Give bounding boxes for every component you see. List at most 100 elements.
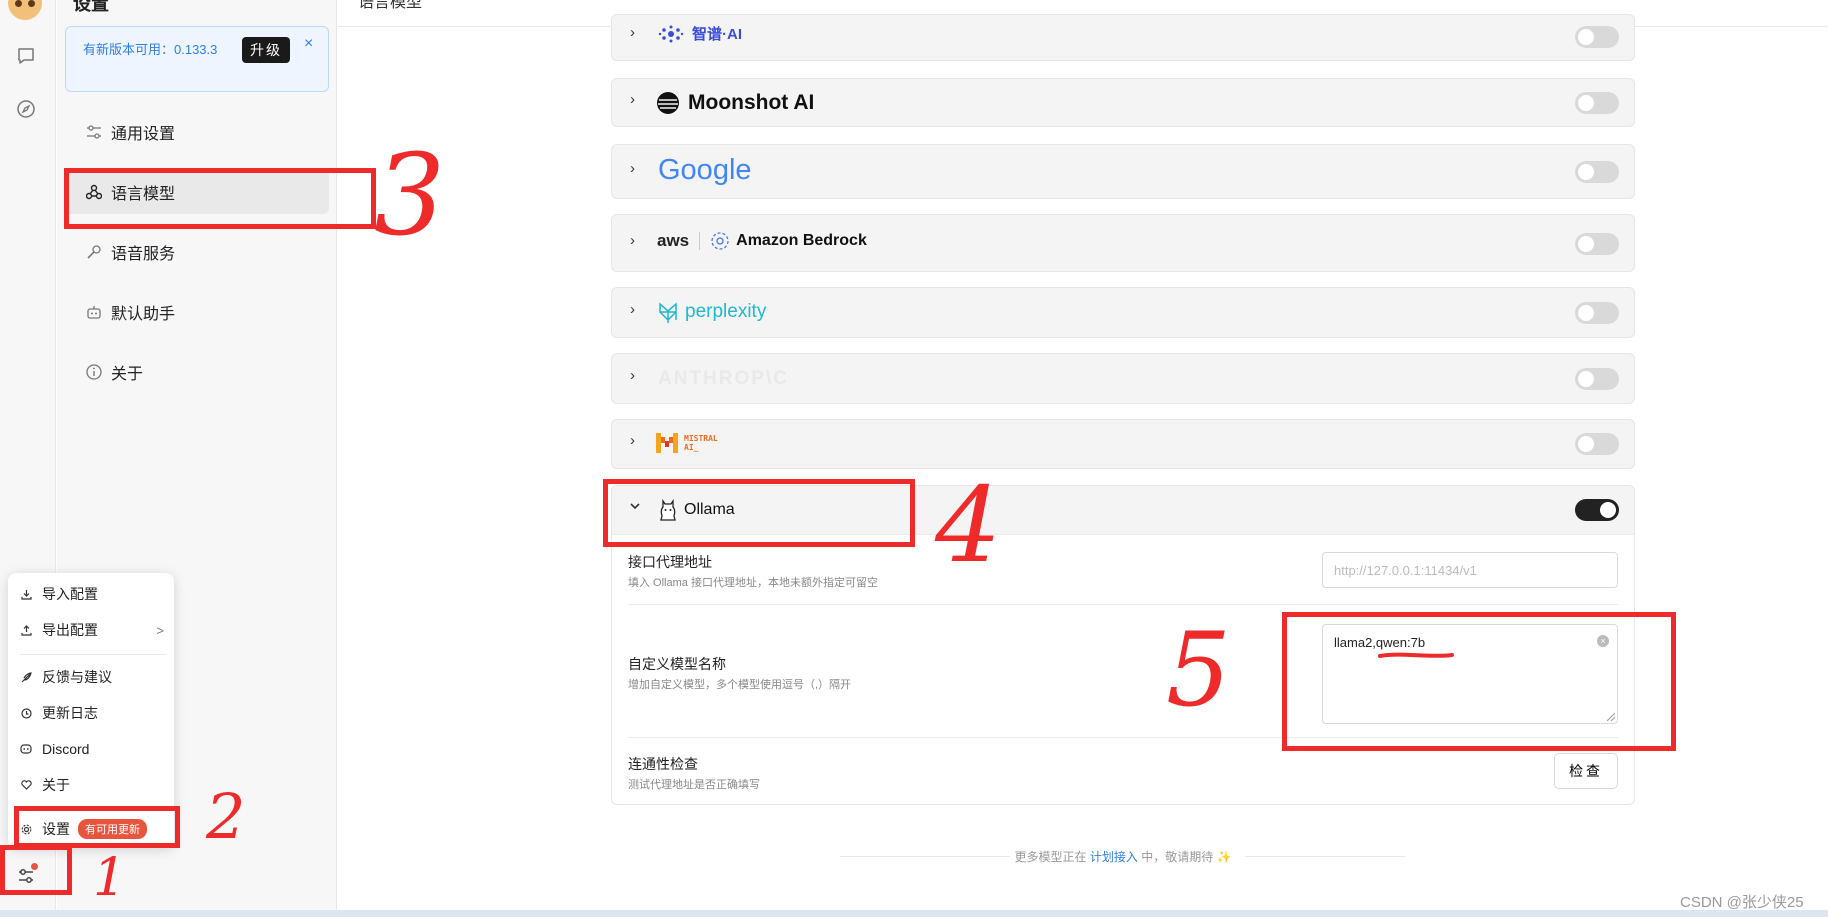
chevron-right-icon[interactable]: › (630, 301, 635, 318)
provider-toggle[interactable] (1575, 433, 1619, 455)
moonshot-icon (657, 92, 679, 114)
chevron-right-icon[interactable]: › (630, 367, 635, 384)
annotation-box-1 (0, 845, 72, 895)
nav-label: 通用设置 (111, 126, 176, 143)
update-notice: 有新版本可用：0.133.3 升级 × (65, 26, 329, 92)
provider-card-anthropic[interactable]: › ANTHROP\C (611, 353, 1635, 404)
compass-icon[interactable] (13, 96, 39, 122)
annotation-box-2 (14, 806, 180, 848)
update-text: 有新版本可用：0.133.3 (83, 42, 218, 57)
provider-card-bedrock[interactable]: › aws Amazon Bedrock (611, 214, 1635, 272)
chevron-right-icon[interactable]: › (630, 24, 635, 41)
provider-card-zhipu[interactable]: › 智谱·AI (611, 14, 1635, 61)
menu-export-config[interactable]: 导出配置 > (20, 617, 166, 643)
page-title: 语言模型 (358, 0, 423, 11)
menu-label: 关于 (42, 777, 70, 793)
annotation-box-3 (64, 168, 376, 229)
menu-label: Discord (42, 741, 90, 757)
provider-name: Google (658, 154, 752, 186)
close-icon[interactable]: × (304, 35, 313, 53)
menu-label: 更新日志 (42, 705, 98, 721)
provider-toggle[interactable] (1575, 302, 1619, 324)
logo-divider (699, 232, 701, 250)
mistral-line-1: MISTRAL (684, 434, 718, 443)
nav-general-settings[interactable]: 通用设置 (65, 110, 329, 154)
provider-toggle[interactable] (1575, 26, 1619, 48)
footer-prefix: 更多模型正在 (1014, 850, 1087, 864)
provider-name: Amazon Bedrock (736, 232, 867, 249)
annotation-number-1: 1 (93, 848, 127, 908)
nav-default-assistant[interactable]: 默认助手 (65, 290, 329, 334)
menu-discord[interactable]: Discord (20, 736, 166, 762)
annotation-box-4 (603, 479, 915, 547)
export-icon (20, 624, 32, 636)
provider-card-google[interactable]: › Google (611, 144, 1635, 199)
provider-toggle[interactable] (1575, 368, 1619, 390)
feather-icon (20, 671, 32, 683)
zhipu-logo: 智谱·AI (658, 23, 742, 44)
mic-icon (85, 243, 103, 261)
connectivity-description: 测试代理地址是否正确填写 (628, 779, 760, 791)
plan-link[interactable]: 计划接入 (1090, 850, 1138, 864)
provider-card-perplexity[interactable]: › perplexity (611, 287, 1635, 338)
annotation-box-5 (1282, 612, 1676, 751)
connectivity-label: 连通性检查 (628, 756, 698, 772)
menu-feedback[interactable]: 反馈与建议 (20, 664, 166, 690)
provider-toggle[interactable] (1575, 161, 1619, 183)
changelog-icon (20, 707, 32, 719)
provider-card-mistral[interactable]: › MISTRAL AI_ (611, 419, 1635, 469)
provider-toggle[interactable] (1575, 233, 1619, 255)
proxy-description: 填入 Ollama 接口代理地址，本地未额外指定可留空 (628, 577, 878, 589)
field-divider (628, 604, 1618, 605)
perplexity-logo: perplexity (657, 300, 766, 324)
annotation-underline (1378, 652, 1454, 658)
anthropic-logo: ANTHROP\C (658, 368, 789, 390)
menu-label: 反馈与建议 (42, 669, 112, 685)
provider-name: MISTRAL AI_ (684, 434, 718, 452)
provider-name: 智谱·AI (692, 26, 742, 43)
menu-about[interactable]: 关于 (20, 772, 166, 798)
zhipu-icon (658, 25, 684, 42)
provider-name: ANTHROP\C (658, 368, 789, 389)
annotation-number-5: 5 (1166, 611, 1231, 730)
menu-changelog[interactable]: 更新日志 (20, 700, 166, 726)
chevron-right-icon[interactable]: › (630, 91, 635, 108)
import-icon (20, 589, 32, 600)
bedrock-icon (711, 232, 729, 250)
nav-about[interactable]: 关于 (65, 350, 329, 394)
moonshot-logo: Moonshot AI (656, 91, 814, 115)
proxy-address-input[interactable]: http://127.0.0.1:11434/v1 (1322, 552, 1618, 588)
heart-icon (20, 780, 32, 790)
discord-icon (20, 744, 32, 754)
check-button[interactable]: 检查 (1554, 753, 1618, 789)
mistral-icon (656, 433, 678, 453)
chevron-right-icon: > (156, 622, 164, 638)
menu-import-config[interactable]: 导入配置 (20, 581, 166, 607)
chat-icon[interactable] (13, 43, 39, 69)
annotation-number-4: 4 (935, 464, 1002, 586)
proxy-label: 接口代理地址 (628, 554, 712, 570)
sliders-icon (85, 123, 103, 141)
provider-card-moonshot[interactable]: › Moonshot AI (611, 78, 1635, 127)
ollama-toggle[interactable] (1575, 499, 1619, 521)
annotation-number-2: 2 (206, 780, 246, 853)
menu-label: 导入配置 (42, 586, 98, 602)
google-logo: Google (658, 154, 752, 187)
chevron-right-icon[interactable]: › (630, 160, 635, 177)
provider-toggle[interactable] (1575, 92, 1619, 114)
bedrock-logo: aws Amazon Bedrock (657, 231, 867, 251)
provider-name: Moonshot AI (688, 91, 815, 114)
chevron-right-icon[interactable]: › (630, 232, 635, 249)
annotation-number-3: 3 (374, 131, 446, 261)
nav-label: 关于 (111, 366, 144, 383)
custom-model-description: 增加自定义模型，多个模型使用逗号（,）隔开 (628, 679, 852, 691)
avatar[interactable] (8, 0, 42, 20)
nav-voice-service[interactable]: 语音服务 (65, 230, 329, 274)
mistral-logo: MISTRAL AI_ (656, 433, 718, 453)
watermark: CSDN @张少侠25 (1680, 894, 1804, 911)
chevron-right-icon[interactable]: › (630, 432, 635, 449)
provider-name: perplexity (685, 301, 767, 322)
footer-suffix: 中，敬请期待 ✨ (1141, 850, 1232, 864)
perplexity-icon (659, 302, 677, 323)
upgrade-button[interactable]: 升级 (242, 37, 290, 63)
